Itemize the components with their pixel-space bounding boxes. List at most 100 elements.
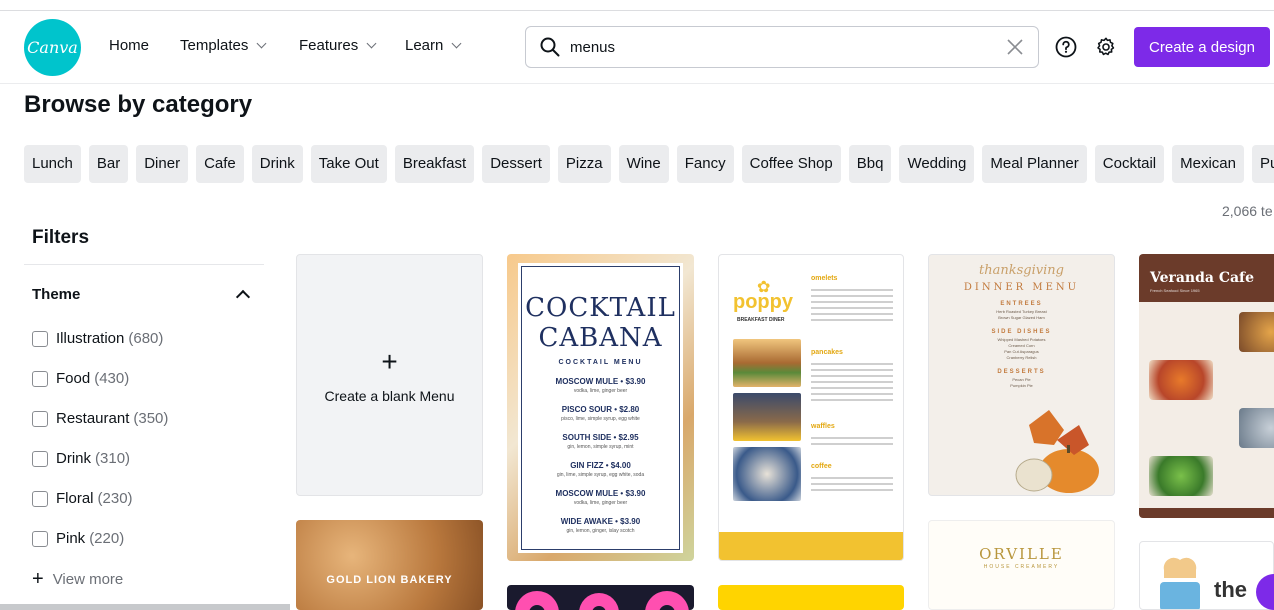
veranda-tag: French Seafood Since 1965 [1150,288,1200,293]
template-thanksgiving-menu[interactable]: thanksgiving DINNER MENU ENTREES Herb Ro… [928,254,1115,496]
category-chip[interactable]: Cafe [196,145,244,183]
menu-item-desc: vodka, lime, ginger beer [573,500,628,506]
category-chip[interactable]: Pub [1251,145,1274,183]
food-image [1239,408,1274,448]
menu-section: ENTREES [1000,301,1043,307]
category-chip[interactable]: Wedding [899,145,975,183]
template-yellow-menu[interactable] [718,585,904,610]
menu-section: pancakes [811,349,843,356]
vinyl-graphics [515,591,689,610]
search-input[interactable] [570,35,990,59]
food-image [1149,456,1213,496]
filter-restaurant[interactable]: Restaurant (350) [32,410,168,427]
checkbox[interactable] [32,370,48,387]
checkbox[interactable] [32,490,48,507]
search-bar [525,26,1039,68]
nav-learn-label: Learn [405,37,444,54]
filter-illustration[interactable]: Illustration (680) [32,330,163,347]
filter-count: (350) [133,410,169,427]
menu-item-desc: vodka, lime, ginger beer [573,388,628,394]
template-cocktail-cabana[interactable]: COCKTAIL CABANA COCKTAIL MENU MOSCOW MULE… [507,254,694,561]
clear-search-icon[interactable] [1006,38,1024,56]
category-chip[interactable]: Cocktail [1094,145,1165,183]
category-chip[interactable]: Bbq [848,145,892,183]
template-poppy-diner[interactable]: ✿ poppy BREAKFAST DINER omelets pancakes … [718,254,904,561]
create-blank-menu-card[interactable]: + Create a blank Menu [296,254,483,496]
chef-illustration [1160,557,1200,609]
category-chip[interactable]: Bar [88,145,129,183]
category-chip[interactable]: Fancy [676,145,734,183]
category-chip[interactable]: Mexican [1172,145,1244,183]
filter-count: (310) [95,450,131,467]
template-orville-creamery[interactable]: ORVILLE HOUSE CREAMERY [928,520,1115,610]
gear-icon[interactable] [1095,36,1117,58]
chevron-up-icon[interactable] [235,289,251,305]
bakery-name: GOLD LION BAKERY [326,574,453,586]
category-chip[interactable]: Wine [618,145,669,183]
horizontal-scrollbar[interactable] [0,604,290,610]
category-chip[interactable]: Meal Planner [982,145,1087,183]
checkbox[interactable] [32,410,48,427]
filter-count: (220) [89,530,125,547]
nav-learn[interactable]: Learn [405,37,462,54]
template-the-menu[interactable]: the [1139,541,1274,610]
category-chip[interactable]: Lunch [24,145,81,183]
category-chip[interactable]: Breakfast [394,145,475,183]
view-more-button[interactable]: + View more [32,569,123,589]
menu-item: PISCO SOUR • $2.80 [561,405,640,414]
template-gold-lion-bakery[interactable]: GOLD LION BAKERY [296,520,483,610]
menu-lines [811,433,893,445]
veranda-header: Veranda Cafe French Seafood Since 1965 [1139,254,1274,302]
category-chip[interactable]: Dessert [482,145,550,183]
menu-item-desc: pisco, lime, simple syrup, egg white [561,416,640,422]
menu-item-desc: gin, lemon, simple syrup, mint [567,444,634,450]
filters-divider [24,264,264,265]
category-chip[interactable]: Drink [251,145,303,183]
template-disco-menu[interactable] [507,585,694,610]
menu-title: COCKTAIL CABANA [525,293,676,353]
search-icon [540,37,560,57]
category-chip[interactable]: Diner [136,145,189,183]
nav-features[interactable]: Features [299,37,377,54]
menu-item-desc: gin, lime, simple syrup, egg white, soda [556,472,645,478]
category-chips: Lunch Bar Diner Cafe Drink Take Out Brea… [24,145,1274,183]
category-chip[interactable]: Coffee Shop [741,145,841,183]
checkbox[interactable] [32,450,48,467]
menu-lines: Pecan Pie Pumpkin Pie [1010,377,1033,388]
burger-image [733,339,801,387]
menu-section: DESSERTS [997,369,1046,375]
chevron-down-icon [451,38,462,49]
menu-sheet: COCKTAIL CABANA COCKTAIL MENU MOSCOW MULE… [518,263,683,553]
filter-drink[interactable]: Drink (310) [32,450,130,467]
menu-section: coffee [811,463,832,470]
menu-lines [811,285,893,321]
filter-floral[interactable]: Floral (230) [32,490,133,507]
create-design-button[interactable]: Create a design [1134,27,1270,67]
filter-label: Drink [56,450,92,467]
category-chip[interactable]: Take Out [310,145,387,183]
filter-label: Food [56,370,91,387]
filter-label: Restaurant [56,410,130,427]
filter-pink[interactable]: Pink (220) [32,530,124,547]
filter-food[interactable]: Food (430) [32,370,129,387]
blank-card-label: Create a blank Menu [324,388,455,404]
diner-image [733,393,801,441]
checkbox[interactable] [32,330,48,347]
filter-count: (430) [94,370,130,387]
template-veranda-cafe[interactable]: Veranda Cafe French Seafood Since 1965 [1139,254,1274,518]
menu-section: omelets [811,275,838,282]
theme-heading[interactable]: Theme [32,286,80,303]
the-card-text: the [1214,577,1247,602]
thanks-script: thanksgiving [979,263,1064,278]
help-circle-icon[interactable] [1055,36,1077,58]
nav-home-label: Home [109,37,150,54]
category-chip[interactable]: Pizza [557,145,611,183]
canva-logo[interactable]: Canva [24,19,81,76]
menu-item: WIDE AWAKE • $3.90 [560,517,641,526]
nav-templates[interactable]: Templates [180,37,267,54]
filter-label: Illustration [56,330,125,347]
flower-icon: ✿ [757,279,771,296]
checkbox[interactable] [32,530,48,547]
nav-home[interactable]: Home [109,37,149,54]
poppy-tag: BREAKFAST DINER [737,317,785,323]
